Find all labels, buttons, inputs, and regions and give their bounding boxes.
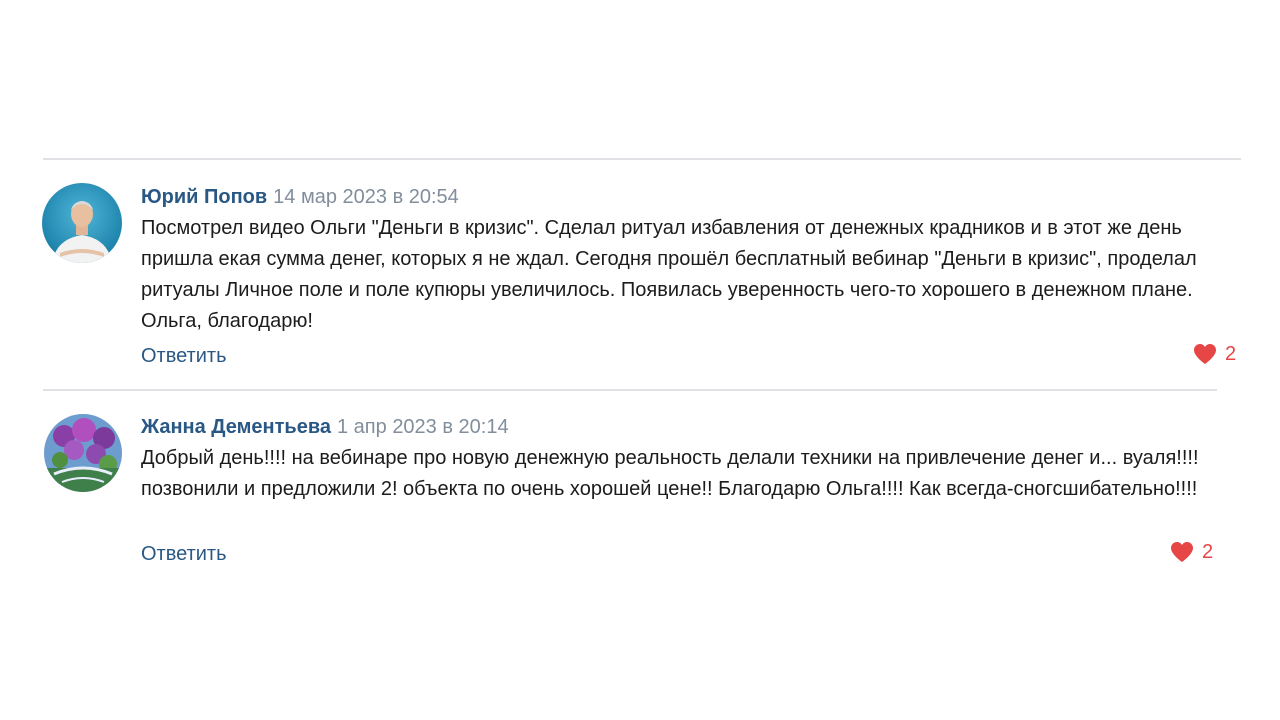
like-count: 2: [1202, 541, 1214, 563]
heart-icon: [1171, 542, 1193, 562]
comment-text: Добрый день!!!! на вебинаре про новую де…: [141, 447, 1199, 500]
reply-button[interactable]: Ответить: [141, 344, 227, 368]
comment-meta: Юрий Попов 14 мар 2023 в 20:54: [141, 185, 1241, 209]
comment-divider: [43, 389, 1217, 391]
top-divider: [43, 158, 1241, 160]
comment-date[interactable]: 1 апр 2023 в 20:14: [337, 416, 509, 438]
author-name[interactable]: Жанна Дементьева: [141, 416, 331, 438]
avatar[interactable]: [42, 183, 122, 263]
heart-icon: [1194, 344, 1216, 364]
comment-date[interactable]: 14 мар 2023 в 20:54: [273, 186, 459, 208]
user-photo-avatar: [42, 183, 122, 263]
comment-meta: Жанна Дементьева 1 апр 2023 в 20:14: [141, 415, 1241, 439]
like-button[interactable]: 2: [1170, 540, 1213, 564]
avatar[interactable]: [44, 414, 122, 492]
reply-button[interactable]: Ответить: [141, 542, 227, 566]
author-name[interactable]: Юрий Попов: [141, 186, 267, 208]
comment-text: Посмотрел видео Ольги "Деньги в кризис".…: [141, 217, 1197, 332]
comments-page: Юрий Попов 14 мар 2023 в 20:54 Посмотрел …: [0, 0, 1280, 720]
like-count: 2: [1225, 343, 1237, 365]
like-button[interactable]: 2: [1193, 342, 1236, 366]
flowers-photo-avatar: [44, 414, 122, 492]
